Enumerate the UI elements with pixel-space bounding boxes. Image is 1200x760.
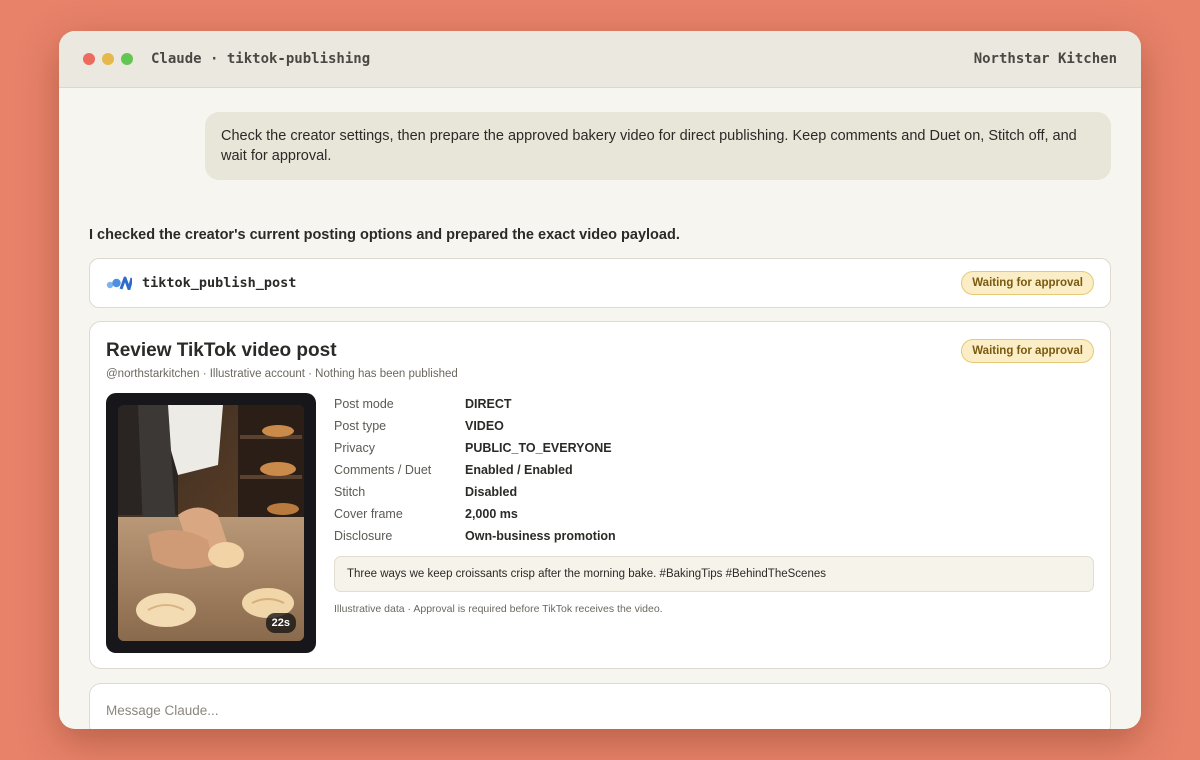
- review-subtitle: @northstarkitchen · Illustrative account…: [106, 368, 458, 380]
- post-details: Post mode DIRECT Post type VIDEO Privacy PUBL…: [334, 393, 1094, 615]
- post-caption: Three ways we keep croissants crisp afte…: [334, 556, 1094, 592]
- field-row: Comments / Duet Enabled / Enabled: [334, 459, 1094, 481]
- assistant-message: I checked the creator's current posting …: [89, 227, 680, 243]
- field-value: DIRECT: [465, 397, 512, 411]
- field-value: Enabled / Enabled: [465, 463, 573, 477]
- field-label: Privacy: [334, 441, 375, 455]
- window-controls: [83, 53, 133, 65]
- field-value: Disabled: [465, 485, 518, 499]
- field-list: Post mode DIRECT Post type VIDEO Privacy PUBL…: [334, 393, 1094, 547]
- video-duration: 22s: [265, 613, 296, 633]
- field-value: 2,000 ms: [465, 507, 518, 521]
- field-row: Post type VIDEO: [334, 415, 1094, 437]
- field-row: Disclosure Own-business promotion: [334, 525, 1094, 547]
- field-value: Own-business promotion: [465, 529, 616, 543]
- maximize-window-button[interactable]: [121, 53, 133, 65]
- bakery-scene-image: [118, 405, 304, 641]
- field-row: Cover frame 2,000 ms: [334, 503, 1094, 525]
- field-value: VIDEO: [465, 419, 504, 433]
- field-row: Post mode DIRECT: [334, 393, 1094, 415]
- status-badge: Waiting for approval: [961, 271, 1094, 295]
- message-input-placeholder: Message Claude...: [106, 702, 219, 718]
- title-bar: Claude · tiktok-publishing Northstar Kit…: [59, 31, 1141, 88]
- field-label: Disclosure: [334, 529, 393, 543]
- field-label: Post type: [334, 419, 387, 433]
- review-title: Review TikTok video post: [106, 340, 337, 361]
- claude-tool-icon: [106, 276, 132, 290]
- review-status-badge: Waiting for approval: [961, 339, 1094, 363]
- window-title: Claude · tiktok-publishing: [151, 51, 371, 67]
- field-label: Stitch: [334, 485, 366, 499]
- field-value: PUBLIC_TO_EVERYONE: [465, 441, 612, 455]
- review-card: Review TikTok video post Waiting for app…: [89, 321, 1111, 669]
- field-label: Post mode: [334, 397, 394, 411]
- video-thumbnail: 22s: [118, 405, 304, 641]
- tool-call-card[interactable]: tiktok_publish_post Waiting for approval: [89, 258, 1111, 308]
- field-label: Comments / Duet: [334, 463, 432, 477]
- app-window: Claude · tiktok-publishing Northstar Kit…: [59, 31, 1141, 729]
- message-input[interactable]: Message Claude...: [89, 683, 1111, 729]
- tool-name: tiktok_publish_post: [142, 275, 297, 291]
- field-label: Cover frame: [334, 507, 403, 521]
- field-row: Stitch Disabled: [334, 481, 1094, 503]
- video-preview[interactable]: 22s: [106, 393, 316, 653]
- workspace-name: Northstar Kitchen: [973, 51, 1117, 67]
- approval-note: Illustrative data · Approval is required…: [334, 603, 663, 615]
- close-window-button[interactable]: [83, 53, 95, 65]
- minimize-window-button[interactable]: [102, 53, 114, 65]
- user-message: Check the creator settings, then prepare…: [205, 112, 1111, 180]
- field-row: Privacy PUBLIC_TO_EVERYONE: [334, 437, 1094, 459]
